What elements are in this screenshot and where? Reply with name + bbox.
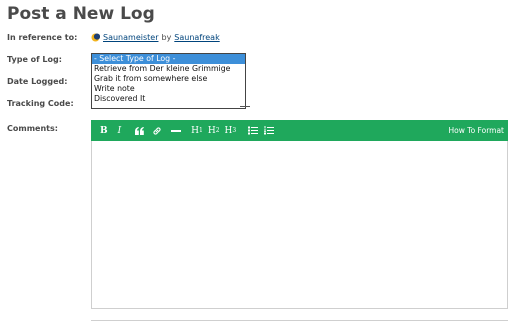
quote-icon[interactable] bbox=[135, 126, 145, 135]
comments-label: Comments: bbox=[7, 124, 58, 133]
reference-label: In reference to: bbox=[7, 33, 78, 42]
log-type-option[interactable]: Retrieve from Der kleine Grimmige bbox=[92, 64, 245, 74]
log-type-dropdown-list[interactable]: - Select Type of Log - Retrieve from Der… bbox=[91, 53, 246, 109]
heading-3-letter: H bbox=[224, 125, 233, 136]
type-of-log-label: Type of Log: bbox=[7, 55, 62, 64]
log-type-option[interactable]: Discovered It bbox=[92, 94, 245, 104]
link-icon[interactable] bbox=[152, 126, 162, 136]
heading-1-letter: H bbox=[191, 125, 200, 136]
heading-2-number: 2 bbox=[215, 127, 220, 134]
tracking-code-label: Tracking Code: bbox=[7, 99, 74, 108]
bottom-divider bbox=[91, 320, 508, 321]
reference-row: Saunameister by Saunafreak bbox=[91, 33, 220, 42]
log-type-option[interactable]: Write note bbox=[92, 84, 245, 94]
heading-3-button[interactable]: H3 bbox=[225, 126, 237, 136]
horizontal-rule-icon[interactable] bbox=[171, 129, 182, 133]
tracking-code-field-edge bbox=[240, 106, 250, 107]
log-type-option[interactable]: - Select Type of Log - bbox=[92, 54, 245, 64]
heading-2-button[interactable]: H2 bbox=[208, 126, 220, 136]
owner-link[interactable]: Saunafreak bbox=[174, 33, 219, 42]
heading-1-button[interactable]: H1 bbox=[191, 126, 203, 136]
geocache-icon bbox=[91, 33, 101, 42]
editor-toolbar: B I H1 H2 H3 How To Format bbox=[91, 120, 508, 141]
numbered-list-icon[interactable] bbox=[264, 126, 275, 135]
comment-editor: B I H1 H2 H3 How To Format bbox=[91, 120, 508, 309]
how-to-format-link[interactable]: How To Format bbox=[449, 126, 504, 135]
heading-3-number: 3 bbox=[232, 127, 237, 134]
by-text: by bbox=[161, 33, 172, 42]
italic-button[interactable]: I bbox=[118, 126, 122, 136]
bold-button[interactable]: B bbox=[100, 126, 108, 136]
log-type-option[interactable]: Grab it from somewhere else bbox=[92, 74, 245, 84]
date-logged-label: Date Logged: bbox=[7, 77, 68, 86]
cache-link[interactable]: Saunameister bbox=[103, 33, 158, 42]
bullet-list-icon[interactable] bbox=[248, 126, 259, 135]
heading-1-number: 1 bbox=[199, 127, 203, 134]
comment-textarea[interactable] bbox=[91, 141, 508, 309]
heading-2-letter: H bbox=[207, 125, 216, 136]
page-title: Post a New Log bbox=[7, 4, 155, 24]
